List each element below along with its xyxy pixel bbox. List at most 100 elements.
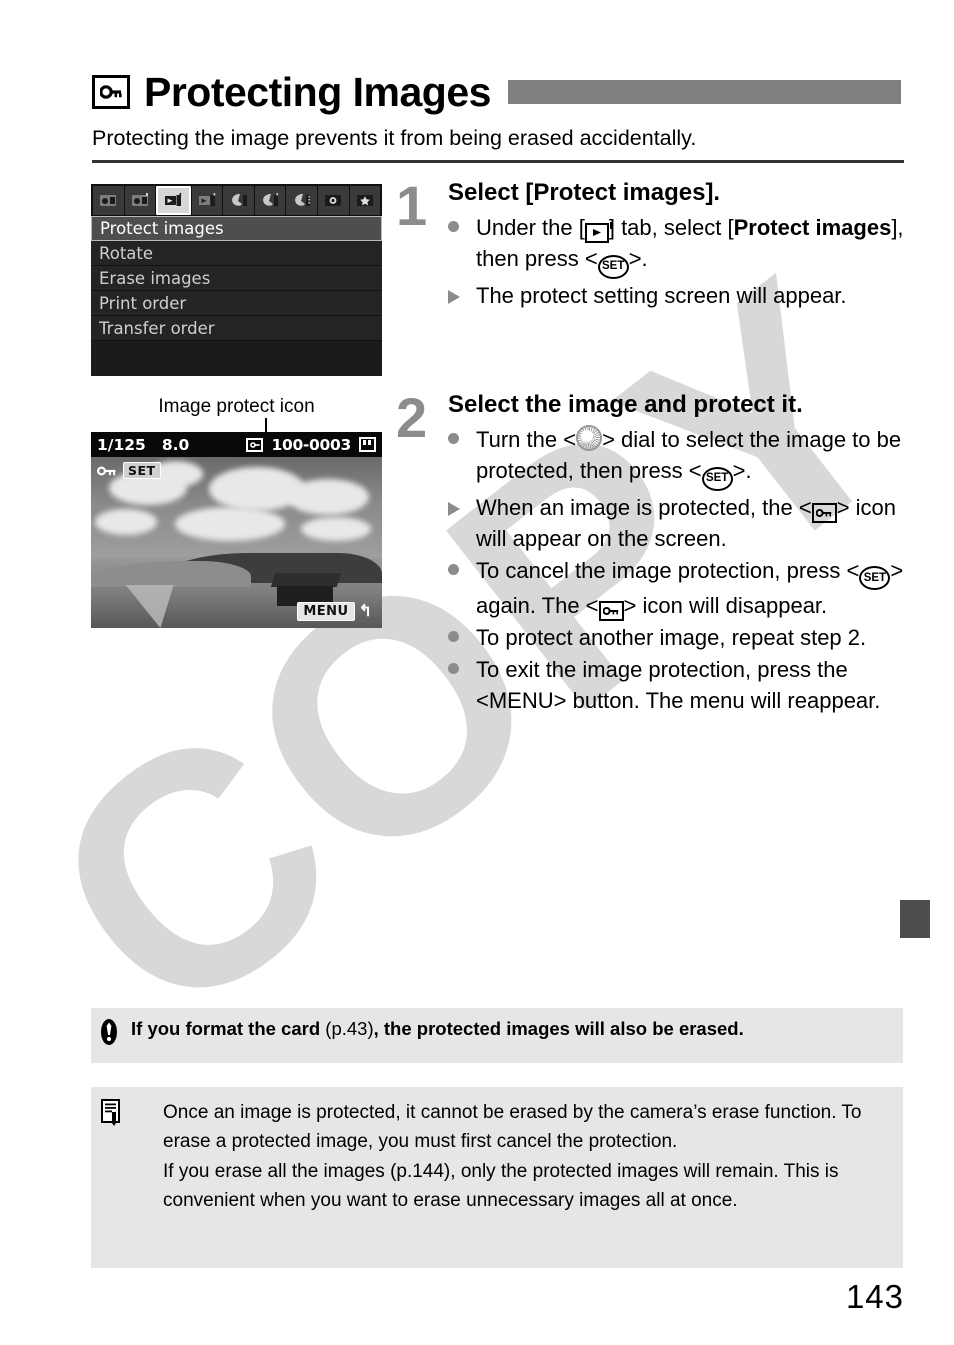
step-bullets: Turn the < > dial to select the image to … <box>448 424 908 716</box>
set-button-icon: SET <box>859 566 891 590</box>
menu-tab-strip <box>91 184 382 215</box>
note-item: Once an image is protected, it cannot be… <box>139 1099 885 1156</box>
set-badge: SET <box>123 462 161 479</box>
bullet-marker <box>448 280 476 311</box>
menu-item[interactable]: Rotate <box>91 241 382 266</box>
bullet-marker <box>448 424 476 491</box>
bullet-marker <box>448 555 476 622</box>
menu-tab-custom-functions-tab[interactable] <box>317 186 349 215</box>
menu-tab-playback-tab-2[interactable] <box>191 186 223 215</box>
menu-tab-setup-tab-2[interactable] <box>254 186 286 215</box>
warning-text: If you format the card (p.43), the prote… <box>131 1017 744 1041</box>
protect-icon <box>246 437 264 452</box>
note-item-list: Once an image is protected, it cannot be… <box>139 1097 885 1268</box>
bullet-text: Under the [] tab, select [Protect images… <box>476 212 908 279</box>
warning-page-ref: (p.43) <box>325 1018 374 1039</box>
bullet-dot-icon <box>448 433 459 444</box>
menu-tab-setup-tab-3[interactable] <box>286 186 317 215</box>
cloud-shape <box>95 509 157 535</box>
menu-item[interactable]: Protect images <box>91 216 382 241</box>
cloud-shape <box>175 507 285 541</box>
bullet-marker <box>448 212 476 279</box>
note-callout: Once an image is protected, it cannot be… <box>91 1087 903 1268</box>
frame-number: 100-0003 <box>271 435 351 454</box>
bullet-marker <box>448 492 476 554</box>
photo-info-bar: 1/125 8.0 100-0003 <box>91 432 382 457</box>
menu-item[interactable]: Erase images <box>91 266 382 291</box>
step-title: Select the image and protect it. <box>448 391 803 418</box>
menu-badge-label: MENU <box>297 601 355 621</box>
set-button-icon: SET <box>597 254 629 279</box>
menu-item-list: Protect images Rotate Erase images Print or… <box>91 215 382 341</box>
bullet-item: To cancel the image protection, press < S… <box>448 555 908 622</box>
step-number: 1 <box>396 174 428 237</box>
bullet-dot-icon <box>448 663 459 674</box>
menu-tab-shooting-tab-1[interactable] <box>93 186 124 215</box>
warning-callout: If you format the card (p.43), the prote… <box>91 1008 903 1063</box>
page-number: 143 <box>845 1278 904 1315</box>
playback-screen-screenshot: 1/125 8.0 100-0003 SET MENU ↰ <box>91 432 382 628</box>
bullet-item: The protect setting screen will appear. <box>448 280 908 311</box>
set-button-icon: SET <box>701 466 733 491</box>
header-divider <box>92 160 904 163</box>
menu-empty-area <box>91 341 382 376</box>
bullet-marker <box>448 622 476 653</box>
figure-caption: Image protect icon <box>158 396 315 417</box>
menu-tab-setup-tab-1[interactable] <box>223 186 254 215</box>
note-bullet-marker <box>139 1099 163 1156</box>
step-bullets: Under the [] tab, select [Protect images… <box>448 212 908 311</box>
bullet-text: To protect another image, repeat step 2. <box>476 625 867 650</box>
menu-tab-playback-tab-1[interactable] <box>156 186 191 215</box>
bullet-item: Under the [] tab, select [Protect images… <box>448 212 908 279</box>
menu-item[interactable]: Transfer order <box>91 316 382 341</box>
step-2: 2 Select the image and protect it. Turn … <box>396 390 908 717</box>
chapter-tab-marker <box>900 900 930 938</box>
notepad-icon <box>101 1097 139 1268</box>
key-icon <box>598 601 624 621</box>
note-text: Once an image is protected, it cannot be… <box>163 1102 862 1152</box>
aperture-value: 8.0 <box>161 435 190 454</box>
bullet-triangle-icon <box>448 289 460 304</box>
menu-return-badge: MENU ↰ <box>297 601 372 621</box>
note-item: If you erase all the images (p.144), onl… <box>139 1158 885 1215</box>
intro-text: Protecting the image prevents it from be… <box>92 126 697 150</box>
bullet-marker <box>448 654 476 716</box>
bullet-text: To exit the image protection, press the … <box>476 657 881 713</box>
key-icon <box>811 502 837 523</box>
warning-bold-after: , the protected images will also be eras… <box>373 1018 744 1039</box>
bullet-text: Turn the < > dial to select the image to … <box>476 424 908 491</box>
barn-roof-shape <box>270 573 342 587</box>
step-number: 2 <box>396 386 428 449</box>
key-icon <box>92 75 130 109</box>
bullet-text: To cancel the image protection, press < S… <box>476 555 908 621</box>
key-icon <box>97 463 117 478</box>
page-title: Protecting Images <box>144 68 491 115</box>
bullet-triangle-icon <box>448 501 460 516</box>
playback-tab-icon <box>584 221 613 243</box>
bullet-item: To protect another image, repeat step 2. <box>448 622 908 653</box>
note-text: If you erase all the images (p.144), onl… <box>163 1161 839 1211</box>
step-title: Select [Protect images]. <box>448 179 721 206</box>
menu-tab-my-menu-tab[interactable] <box>349 186 381 215</box>
camera-menu-screenshot: Protect images Rotate Erase images Print or… <box>91 184 382 376</box>
sd-card-icon <box>359 437 376 452</box>
exclamation-icon <box>101 1017 131 1050</box>
bullet-item: When an image is protected, the < > icon … <box>448 492 908 554</box>
bullet-text: When an image is protected, the < > icon … <box>476 494 897 551</box>
bullet-dot-icon <box>448 563 459 575</box>
emphasis-text: Protect images <box>733 215 892 240</box>
menu-button-label: MENU <box>488 688 554 713</box>
quick-control-dial-icon <box>576 425 603 451</box>
warning-bold-before: If you format the card <box>131 1018 326 1039</box>
bullet-dot-icon <box>448 221 459 232</box>
note-bullet-marker <box>139 1158 163 1215</box>
protect-overlay-group: SET <box>97 462 161 479</box>
page-header: Protecting Images <box>92 62 904 122</box>
bullet-dot-icon <box>448 631 459 642</box>
bullet-item: To exit the image protection, press the … <box>448 654 908 716</box>
shutter-speed-value: 1/125 <box>97 435 146 454</box>
menu-tab-shooting-tab-2[interactable] <box>124 186 156 215</box>
cloud-shape <box>301 517 371 541</box>
menu-item[interactable]: Print order <box>91 291 382 316</box>
bullet-item: Turn the < > dial to select the image to … <box>448 424 908 491</box>
